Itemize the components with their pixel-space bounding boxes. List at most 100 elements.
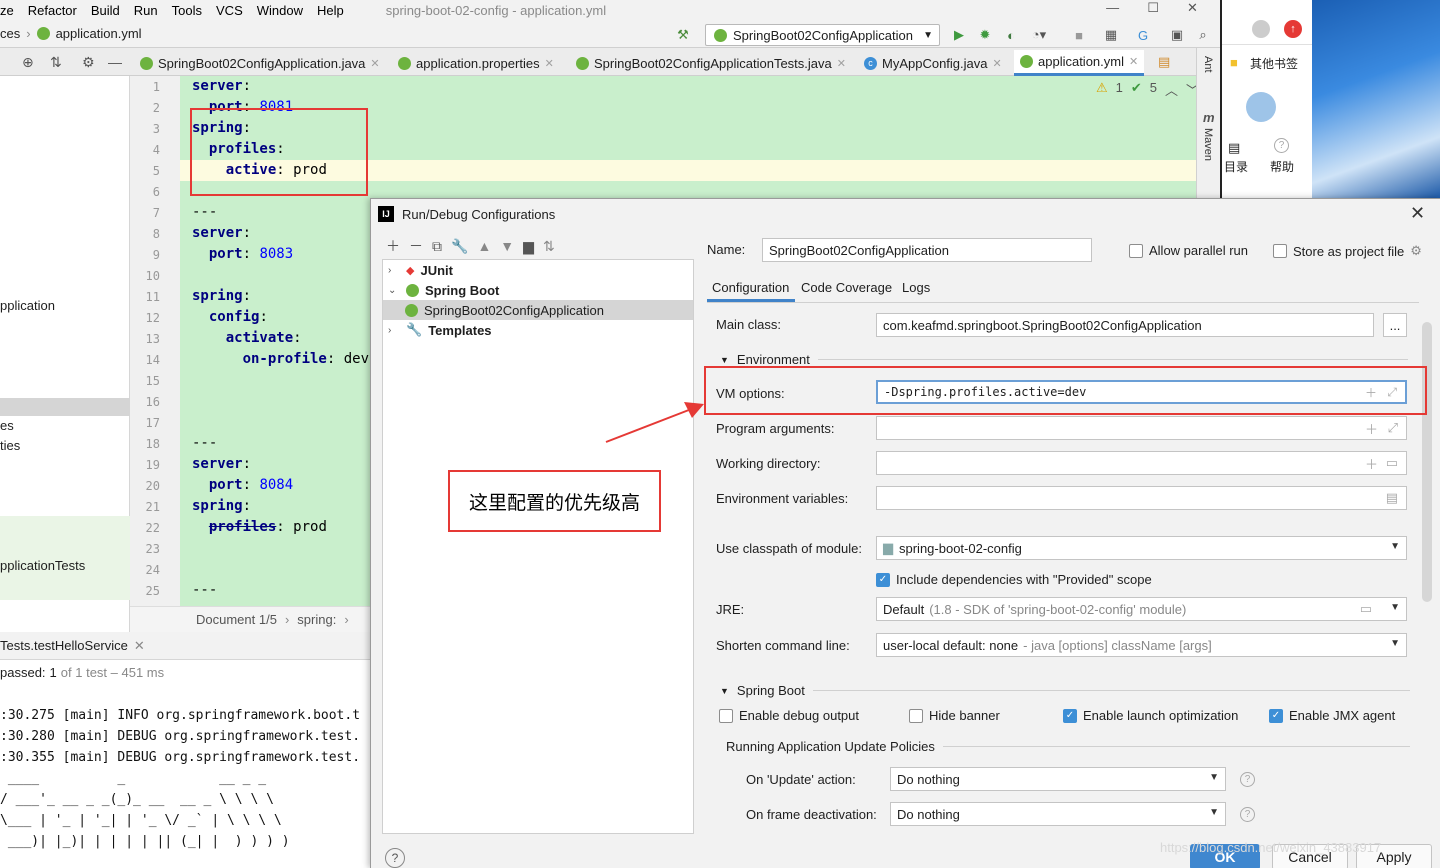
- environment-section[interactable]: ▼ Environment: [720, 352, 1408, 367]
- chevron-right-icon[interactable]: ›: [388, 325, 400, 336]
- menu-refactor[interactable]: Refactor: [28, 3, 77, 18]
- collapse-icon[interactable]: ⇅: [50, 54, 62, 71]
- tab-application-tests[interactable]: SpringBoot02ConfigApplicationTests.java …: [570, 50, 852, 76]
- jmx-agent-checkbox[interactable]: ✓ Enable JMX agent: [1269, 708, 1395, 723]
- dialog-scrollbar[interactable]: [1422, 322, 1432, 602]
- checkbox[interactable]: [719, 708, 733, 723]
- project-structure-icon[interactable]: ▦: [1102, 26, 1120, 44]
- tab-application-properties[interactable]: application.properties ✕: [392, 50, 560, 76]
- close-tab-icon[interactable]: ✕: [545, 57, 554, 70]
- menu-analyze[interactable]: ze: [0, 3, 14, 18]
- breadcrumb-prev[interactable]: ces: [0, 26, 20, 41]
- expand-icon[interactable]: ⤢: [1388, 420, 1398, 436]
- avatar[interactable]: [1246, 92, 1276, 122]
- minimize-icon[interactable]: —: [1106, 0, 1119, 20]
- yaml-path[interactable]: spring:: [297, 612, 336, 627]
- run-tab[interactable]: Tests.testHelloService: [0, 638, 128, 653]
- add-icon[interactable]: ＋: [1365, 419, 1378, 438]
- hide-panel-icon[interactable]: —: [108, 54, 122, 70]
- main-class-input[interactable]: com.keafmd.springboot.SpringBoot02Config…: [876, 313, 1374, 337]
- move-down-icon[interactable]: ▼: [500, 238, 514, 254]
- chevron-right-icon[interactable]: ›: [388, 265, 400, 276]
- profile-icon[interactable]: ◔▾: [1030, 26, 1048, 44]
- checkbox[interactable]: [909, 708, 923, 723]
- env-vars-input[interactable]: ▤: [876, 486, 1407, 510]
- project-item[interactable]: pplicationTests: [0, 558, 85, 573]
- hide-banner-checkbox[interactable]: Hide banner: [909, 708, 1000, 723]
- menu-build[interactable]: Build: [91, 3, 120, 18]
- build-hammer-icon[interactable]: ⚒: [674, 26, 692, 44]
- project-item[interactable]: es: [0, 418, 14, 433]
- classpath-select[interactable]: ▆ spring-boot-02-config ▼: [876, 536, 1407, 560]
- close-tab-icon[interactable]: ✕: [370, 57, 379, 70]
- on-frame-select[interactable]: Do nothing ▼: [890, 802, 1226, 826]
- menu-help[interactable]: Help: [317, 3, 344, 18]
- folder-icon[interactable]: ▭: [1386, 455, 1398, 471]
- copy-icon[interactable]: ⧉: [432, 238, 442, 255]
- list-icon[interactable]: ▤: [1386, 490, 1398, 506]
- maven-tool-button[interactable]: Maven: [1202, 128, 1214, 161]
- move-up-icon[interactable]: ▲: [477, 238, 491, 254]
- add-icon[interactable]: ＋: [1365, 454, 1378, 473]
- on-update-select[interactable]: Do nothing ▼: [890, 767, 1226, 791]
- inspection-widget[interactable]: ⚠ 1 ✔ 5 ︿ ﹀: [1096, 80, 1199, 99]
- folder-icon[interactable]: ▭: [1360, 601, 1372, 617]
- name-input[interactable]: SpringBoot02ConfigApplication: [762, 238, 1092, 262]
- menu-window[interactable]: Window: [257, 3, 303, 18]
- profile-avatar-icon[interactable]: [1252, 20, 1270, 38]
- checkbox-checked[interactable]: ✓: [1063, 708, 1077, 723]
- browse-button[interactable]: ...: [1383, 313, 1407, 337]
- menu-vcs[interactable]: VCS: [216, 3, 243, 18]
- program-args-input[interactable]: ＋ ⤢: [876, 416, 1407, 440]
- working-dir-input[interactable]: ＋ ▭: [876, 451, 1407, 475]
- close-window-icon[interactable]: ✕: [1187, 0, 1198, 20]
- enable-debug-checkbox[interactable]: Enable debug output: [719, 708, 859, 723]
- tree-item-spring-boot[interactable]: ⌄ Spring Boot: [388, 280, 499, 300]
- gear-icon[interactable]: ⚙: [1410, 243, 1422, 259]
- crosshair-icon[interactable]: ⊕: [22, 54, 34, 71]
- bookmarks-folder[interactable]: 其他书签: [1250, 55, 1298, 72]
- debug-icon[interactable]: ✹: [976, 26, 994, 44]
- chevron-up-icon[interactable]: ︿: [1165, 80, 1178, 99]
- tree-item-templates[interactable]: › 🔧 Templates: [388, 320, 492, 340]
- close-tab-icon[interactable]: ✕: [1129, 55, 1138, 68]
- translate-icon[interactable]: G: [1134, 26, 1152, 44]
- toc-button[interactable]: 目录: [1224, 158, 1248, 175]
- stop-icon[interactable]: ■: [1070, 26, 1088, 44]
- folder-icon[interactable]: ▆: [523, 238, 534, 255]
- tab-myappconfig[interactable]: c MyAppConfig.java ✕: [858, 50, 1008, 76]
- project-item[interactable]: pplication: [0, 298, 55, 313]
- tree-item-junit[interactable]: › ◆ JUnit: [388, 260, 453, 280]
- jre-select[interactable]: Default (1.8 - SDK of 'spring-boot-02-co…: [876, 597, 1407, 621]
- checkbox[interactable]: [1129, 243, 1143, 258]
- maximize-icon[interactable]: ☐: [1147, 0, 1159, 20]
- tab-springboot-application[interactable]: SpringBoot02ConfigApplication.java ✕: [134, 50, 386, 76]
- close-tab-icon[interactable]: ✕: [837, 57, 846, 70]
- gear-icon[interactable]: ⚙: [82, 54, 95, 71]
- menu-run[interactable]: Run: [134, 3, 158, 18]
- tab-code-coverage[interactable]: Code Coverage: [801, 280, 892, 295]
- menu-tools[interactable]: Tools: [172, 3, 202, 18]
- shorten-select[interactable]: user-local default: none - java [options…: [876, 633, 1407, 657]
- breadcrumb-file[interactable]: application.yml: [56, 26, 142, 41]
- console-output[interactable]: :30.275 [main] INFO org.springframework.…: [0, 684, 370, 868]
- update-icon[interactable]: ↑: [1284, 20, 1302, 38]
- help-button[interactable]: 帮助: [1270, 158, 1294, 175]
- project-item[interactable]: ties: [0, 438, 20, 453]
- help-circle-icon[interactable]: ?: [1240, 807, 1255, 822]
- tab-overflow-icon[interactable]: ▤: [1158, 54, 1170, 70]
- tab-application-yml[interactable]: application.yml ✕: [1014, 50, 1145, 76]
- search-icon[interactable]: ⌕: [1194, 26, 1212, 44]
- terminal-icon[interactable]: ▣: [1168, 26, 1186, 44]
- checkbox-checked[interactable]: ✓: [1269, 708, 1283, 723]
- wrench-icon[interactable]: 🔧: [451, 238, 468, 255]
- tab-logs[interactable]: Logs: [902, 280, 930, 295]
- coverage-icon[interactable]: ◐: [1002, 26, 1020, 44]
- ant-tool-button[interactable]: Ant: [1202, 56, 1214, 73]
- sort-icon[interactable]: ⇅: [543, 238, 555, 255]
- checkbox-checked[interactable]: ✓: [876, 572, 890, 587]
- run-icon[interactable]: ▶: [950, 26, 968, 44]
- tree-item-selected-config[interactable]: SpringBoot02ConfigApplication: [383, 300, 693, 320]
- tab-configuration[interactable]: Configuration: [712, 280, 789, 295]
- store-project-checkbox[interactable]: Store as project file ⚙: [1273, 243, 1422, 259]
